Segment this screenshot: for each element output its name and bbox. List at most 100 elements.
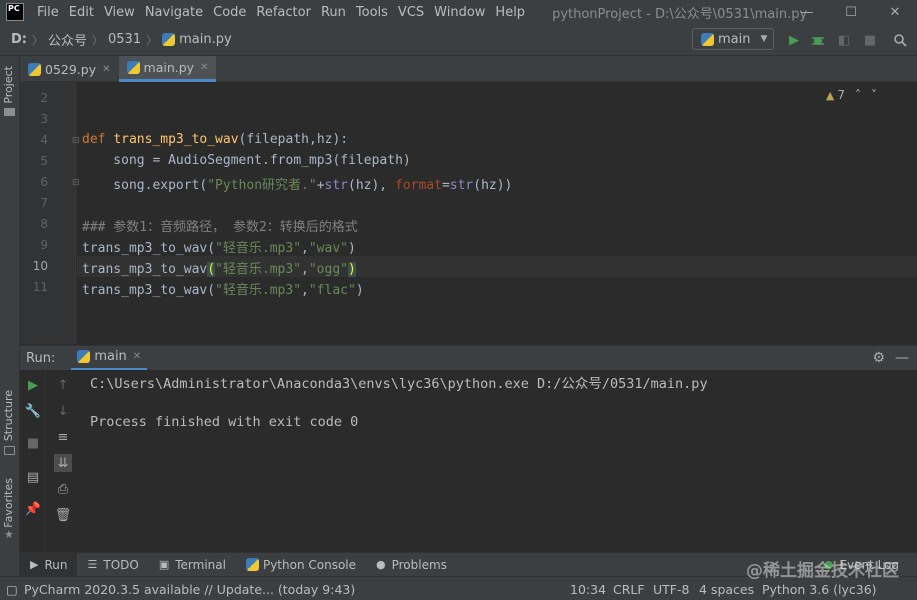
python-file-icon xyxy=(162,33,176,46)
code-line-8-comment: ### 参数1：音频路径， 参数2：转换后的格式 xyxy=(82,220,358,235)
code-line-11: trans_mp3_to_wav("轻音乐.mp3","flac") xyxy=(82,279,364,298)
favorites-tool-tab[interactable]: Favorites xyxy=(2,478,15,528)
line-number: 6 xyxy=(40,175,48,189)
run-configuration-dropdown[interactable]: main ▼ xyxy=(692,28,774,50)
pin-icon[interactable]: 📌 xyxy=(24,500,42,518)
run-button[interactable]: ▶ xyxy=(786,32,802,48)
tab-terminal[interactable]: ▣ Terminal xyxy=(149,553,236,577)
code-segment: ) xyxy=(355,283,364,298)
close-tab-icon[interactable]: ✕ xyxy=(102,64,110,75)
fold-icon[interactable]: ⊟ xyxy=(72,136,80,146)
stop-icon[interactable]: ■ xyxy=(24,434,42,452)
layout-icon[interactable]: ▤ xyxy=(24,468,42,486)
code-line-4: def trans_mp3_to_wav(filepath,hz): xyxy=(82,132,348,147)
string-literal: "flac" xyxy=(308,283,356,298)
string-literal: "Python研究者." xyxy=(207,178,317,193)
python-file-icon xyxy=(28,62,41,76)
watermark: @稀土掘金技术社区 xyxy=(746,561,899,581)
menu-edit[interactable]: Edit xyxy=(64,5,99,20)
tab-0529-py[interactable]: 0529.py ✕ xyxy=(20,56,119,82)
structure-icon xyxy=(4,446,15,455)
warning-icon: ▲ xyxy=(825,88,835,102)
code-segment: , xyxy=(301,283,309,298)
code-line-10: trans_mp3_to_wav("轻音乐.mp3","ogg") xyxy=(82,258,356,277)
run-panel-header: Run: main ✕ ⚙ — xyxy=(20,345,917,371)
structure-tool-tab[interactable]: Structure xyxy=(2,390,15,441)
trash-icon[interactable]: 🗑 xyxy=(54,506,72,524)
search-everywhere-icon[interactable] xyxy=(892,32,908,48)
tab-python-console[interactable]: Python Console xyxy=(236,553,366,577)
menu-run[interactable]: Run xyxy=(316,5,351,20)
string-literal: "ogg" xyxy=(308,262,348,277)
menu-code[interactable]: Code xyxy=(208,5,251,20)
inspection-widget[interactable]: ▲ 7 ˄ ˅ xyxy=(826,88,877,102)
python-icon xyxy=(77,350,91,363)
chevron-down-icon: ▼ xyxy=(760,34,768,44)
breadcrumb-subfolder[interactable]: 0531 xyxy=(105,32,144,47)
tab-problems[interactable]: ● Problems xyxy=(366,553,457,577)
line-number: 2 xyxy=(40,91,48,105)
terminal-icon: ▣ xyxy=(158,558,170,571)
menu-help[interactable]: Help xyxy=(490,5,530,20)
menu-view[interactable]: View xyxy=(99,5,140,20)
update-icon: ▢ xyxy=(6,582,18,597)
line-separator[interactable]: CRLF xyxy=(613,582,645,597)
folder-icon xyxy=(4,108,15,116)
hide-panel-icon[interactable]: — xyxy=(895,350,909,366)
menu-file[interactable]: File xyxy=(32,5,64,20)
chevron-down-icon[interactable]: ˅ xyxy=(871,88,877,102)
code-line-5: song = AudioSegment.from_mp3(filepath) xyxy=(82,153,411,168)
title-bar: PC File Edit View Navigate Code Refactor… xyxy=(0,0,917,24)
code-segment: trans_mp3_to_wav( xyxy=(82,241,216,256)
line-number: 9 xyxy=(40,238,48,252)
update-notification[interactable]: PyCharm 2020.3.5 available // Update... … xyxy=(24,582,355,597)
tab-label: TODO xyxy=(103,557,139,572)
file-encoding[interactable]: UTF-8 xyxy=(653,582,689,597)
fold-icon[interactable]: ⊟ xyxy=(72,178,80,188)
tab-todo[interactable]: ☰ TODO xyxy=(77,553,148,577)
rerun-icon[interactable]: ▶ xyxy=(24,376,42,394)
soft-wrap-icon[interactable]: ≡ xyxy=(54,428,72,446)
breadcrumb-drive[interactable]: D: xyxy=(8,32,30,47)
stop-icon[interactable]: ■ xyxy=(862,32,878,48)
console-line: C:\Users\Administrator\Anaconda3\envs\ly… xyxy=(90,376,708,392)
navigation-bar: D: 〉 公众号 〉 0531 〉 main.py main ▼ ▶ ◧ ■ xyxy=(0,24,917,56)
debug-bug-icon[interactable] xyxy=(810,32,826,48)
builtin: str xyxy=(324,178,348,193)
code-segment: (hz)) xyxy=(473,178,513,193)
window-title: pythonProject - D:\公众号\0531\main.py xyxy=(552,6,808,22)
chevron-up-icon[interactable]: ˄ xyxy=(855,88,861,102)
menu-tools[interactable]: Tools xyxy=(351,5,393,20)
menu-refactor[interactable]: Refactor xyxy=(251,5,316,20)
close-tab-icon[interactable]: ✕ xyxy=(133,351,141,362)
line-number: 5 xyxy=(40,154,48,168)
breadcrumb-folder[interactable]: 公众号 xyxy=(45,30,90,49)
caret-position[interactable]: 10:34 xyxy=(570,582,606,597)
coverage-icon[interactable]: ◧ xyxy=(836,32,852,48)
print-icon[interactable]: ⎙ xyxy=(54,480,72,498)
close-tab-icon[interactable]: ✕ xyxy=(200,62,208,73)
menu-navigate[interactable]: Navigate xyxy=(140,5,208,20)
scroll-to-end-icon[interactable]: ⇊ xyxy=(54,454,72,472)
gear-icon[interactable]: ⚙ xyxy=(872,350,885,366)
minimize-button[interactable]: — xyxy=(785,0,829,24)
arrow-up-icon[interactable]: ↑ xyxy=(54,376,72,394)
project-tool-tab[interactable]: Project xyxy=(2,66,15,104)
breadcrumb-file[interactable]: main.py xyxy=(159,32,235,47)
menu-bar: File Edit View Navigate Code Refactor Ru… xyxy=(32,5,530,20)
close-button[interactable]: ✕ xyxy=(873,0,917,24)
maximize-button[interactable]: ☐ xyxy=(829,0,873,24)
indent-setting[interactable]: 4 spaces xyxy=(699,582,754,597)
code-editor[interactable]: 2 3 4 5 6 7 8 9 10 11 ⊟ ⊟ def trans_mp3_… xyxy=(20,82,917,344)
tab-label: Python Console xyxy=(262,557,356,572)
wrench-icon[interactable]: 🔧 xyxy=(24,402,42,420)
code-segment: song.export( xyxy=(82,178,208,193)
python-interpreter[interactable]: Python 3.6 (lyc36) xyxy=(762,582,877,597)
run-tab-main[interactable]: main ✕ xyxy=(71,346,148,371)
tab-main-py[interactable]: main.py ✕ xyxy=(118,56,217,82)
arrow-down-icon[interactable]: ↓ xyxy=(54,402,72,420)
menu-vcs[interactable]: VCS xyxy=(393,5,429,20)
menu-window[interactable]: Window xyxy=(429,5,490,20)
pycharm-logo-icon: PC xyxy=(6,3,24,21)
tab-run[interactable]: ▶ Run xyxy=(20,552,78,577)
